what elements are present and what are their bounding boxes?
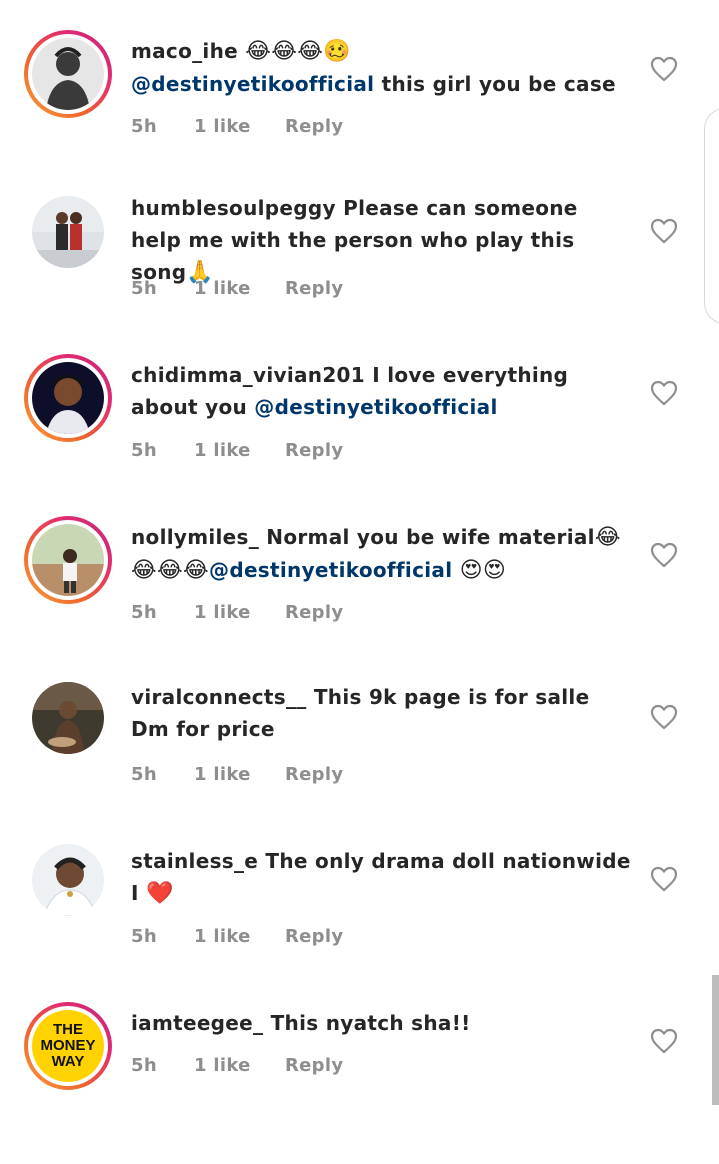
heart-outline-icon[interactable] — [650, 542, 678, 568]
couple-photo-avatar[interactable] — [32, 196, 104, 268]
comment-text: chidimma_vivian201 I love everything abo… — [131, 359, 631, 423]
heart-outline-icon[interactable] — [650, 704, 678, 730]
comment-item: viralconnects__ This 9k page is for sall… — [0, 678, 719, 840]
comment-username[interactable]: chidimma_vivian201 — [131, 363, 365, 387]
comment-text: nollymiles_ Normal you be wife material😂… — [131, 521, 631, 587]
comment-meta: 5h 1 like Reply — [131, 1055, 343, 1076]
reply-button[interactable]: Reply — [285, 764, 343, 785]
comment-username[interactable]: iamteegee_ — [131, 1011, 263, 1035]
logo-text-line: MONEY — [40, 1037, 96, 1054]
comment-item: stainless_e The only drama doll nationwi… — [0, 840, 719, 1002]
comment-item: humblesoulpeggy Please can someone help … — [0, 192, 719, 354]
comment-body: This nyatch sha!! — [263, 1011, 471, 1035]
emoji: 😂😂😂🥴 — [245, 39, 351, 64]
comment-username[interactable]: stainless_e — [131, 849, 258, 873]
heart-outline-icon[interactable] — [650, 218, 678, 244]
comment-meta: 5h 1 like Reply — [131, 440, 343, 461]
woman-portrait-avatar — [32, 362, 104, 434]
comment-likes[interactable]: 1 like — [194, 440, 285, 461]
comment-item: maco_ihe 😂😂😂🥴 @destinyetikoofficial this … — [0, 30, 719, 192]
comment-item: THE MONEY WAY iamteegee_ This nyatch sha!! 5… — [0, 1002, 719, 1164]
logo-text-line: WAY — [51, 1053, 85, 1070]
avatar-story-ring[interactable] — [24, 516, 112, 604]
comment-time: 5h — [131, 764, 157, 785]
comment-username[interactable]: nollymiles_ — [131, 525, 259, 549]
comment-text: stainless_e The only drama doll nationwi… — [131, 845, 631, 910]
comment-username[interactable]: humblesoulpeggy — [131, 196, 336, 220]
man-selfie-avatar[interactable] — [32, 844, 104, 916]
comment-meta: 5h 1 like Reply — [131, 116, 343, 137]
heart-outline-icon[interactable] — [650, 380, 678, 406]
comment-time: 5h — [131, 116, 157, 137]
reply-button[interactable]: Reply — [285, 440, 343, 461]
comment-text: viralconnects__ This 9k page is for sall… — [131, 681, 631, 745]
logo-text-line: THE — [52, 1021, 83, 1038]
comment-body: this girl you be case — [374, 72, 616, 96]
comment-time: 5h — [131, 440, 157, 461]
reply-button[interactable]: Reply — [285, 116, 343, 137]
comment-meta: 5h 1 like Reply — [131, 764, 343, 785]
comment-time: 5h — [131, 1055, 157, 1076]
group-photo-avatar[interactable] — [32, 682, 104, 754]
comment-item: chidimma_vivian201 I love everything abo… — [0, 354, 719, 516]
mention-link[interactable]: @destinyetikoofficial — [131, 72, 374, 96]
comment-body — [452, 558, 459, 582]
comment-time: 5h — [131, 602, 157, 623]
scrollbar[interactable] — [712, 975, 719, 1105]
comment-time: 5h — [131, 926, 157, 947]
mention-link[interactable]: @destinyetikoofficial — [209, 558, 452, 582]
reply-button[interactable]: Reply — [285, 1055, 343, 1076]
comment-likes[interactable]: 1 like — [194, 1055, 285, 1076]
comment-text: iamteegee_ This nyatch sha!! — [131, 1007, 631, 1039]
comment-likes[interactable]: 1 like — [194, 926, 285, 947]
comment-body: Normal you be wife material — [259, 525, 595, 549]
the-money-way-logo-avatar: THE MONEY WAY — [32, 1010, 104, 1082]
comment-time: 5h — [131, 278, 157, 299]
comment-meta: 5h 1 like Reply — [131, 602, 343, 623]
heart-outline-icon[interactable] — [650, 1028, 678, 1054]
comment-meta: 5h 1 like Reply — [131, 278, 343, 299]
heart-outline-icon[interactable] — [650, 866, 678, 892]
comment-likes[interactable]: 1 like — [194, 278, 285, 299]
reply-button[interactable]: Reply — [285, 602, 343, 623]
comment-text: humblesoulpeggy Please can someone help … — [131, 192, 631, 289]
avatar-story-ring[interactable] — [24, 30, 112, 118]
comment-likes[interactable]: 1 like — [194, 602, 285, 623]
silhouette-avatar — [32, 38, 104, 110]
comment-meta: 5h 1 like Reply — [131, 926, 343, 947]
mention-link[interactable]: @destinyetikoofficial — [254, 395, 497, 419]
heart-outline-icon[interactable] — [650, 56, 678, 82]
comment-text: maco_ihe 😂😂😂🥴 @destinyetikoofficial this … — [131, 35, 631, 100]
reply-button[interactable]: Reply — [285, 278, 343, 299]
comment-likes[interactable]: 1 like — [194, 764, 285, 785]
comment-username[interactable]: viralconnects__ — [131, 685, 307, 709]
avatar-story-ring[interactable]: THE MONEY WAY — [24, 1002, 112, 1090]
man-outdoor-avatar — [32, 524, 104, 596]
comment-item: nollymiles_ Normal you be wife material😂… — [0, 516, 719, 678]
comment-likes[interactable]: 1 like — [194, 116, 285, 137]
avatar-story-ring[interactable] — [24, 354, 112, 442]
comment-username[interactable]: maco_ihe — [131, 39, 238, 63]
emoji: 😍😍 — [459, 558, 507, 583]
reply-button[interactable]: Reply — [285, 926, 343, 947]
emoji: ❤️ — [146, 881, 174, 906]
